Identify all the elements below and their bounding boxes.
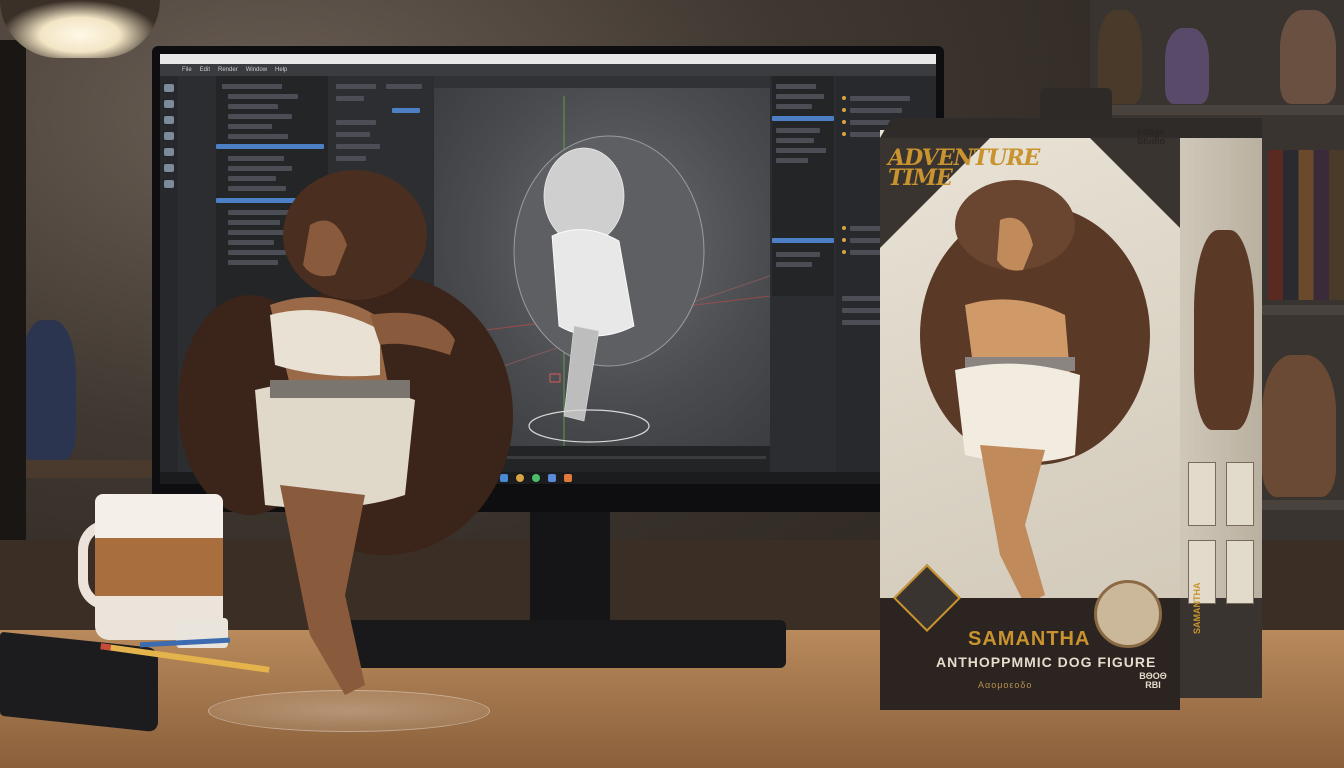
side-thumbnail xyxy=(1226,462,1254,526)
menu-help[interactable]: Help xyxy=(275,64,287,76)
material-slot-icon xyxy=(842,96,846,100)
outliner-row[interactable] xyxy=(776,148,826,153)
material-slot-icon xyxy=(842,226,846,230)
keyboard xyxy=(0,631,158,733)
monitor-stand xyxy=(530,512,610,632)
taskbar-app-icon[interactable] xyxy=(564,474,572,482)
outliner-row[interactable] xyxy=(776,84,816,89)
app-menu-bar: File Edit Render Window Help xyxy=(160,64,936,76)
shelf-figurine xyxy=(1280,10,1336,104)
menu-file[interactable]: File xyxy=(182,64,192,76)
product-name: SAMANTHA xyxy=(968,628,1091,650)
box-character-art xyxy=(920,180,1150,605)
outliner-row[interactable] xyxy=(776,252,820,257)
scale-tool-icon[interactable] xyxy=(164,132,174,140)
shelf-figurine xyxy=(1262,355,1336,497)
brand-logo: Indigo Studio xyxy=(1137,127,1165,146)
outliner-row[interactable] xyxy=(776,138,814,143)
outliner-row[interactable] xyxy=(228,134,288,139)
box-art-skirt xyxy=(955,363,1080,463)
measure-tool-icon[interactable] xyxy=(164,180,174,188)
figurine-hair-top xyxy=(283,170,427,300)
outliner-row[interactable] xyxy=(776,158,808,163)
outliner-row-selected[interactable] xyxy=(772,238,834,243)
shelf-plank xyxy=(1100,105,1344,115)
property-row[interactable] xyxy=(336,84,376,89)
rotate-tool-icon[interactable] xyxy=(164,116,174,124)
outliner-row-selected[interactable] xyxy=(216,144,324,149)
outliner-row[interactable] xyxy=(228,94,298,99)
property-row[interactable] xyxy=(336,144,380,149)
mesh-base-wireframe xyxy=(528,409,650,443)
product-tagline: Aαομοεοδο xyxy=(978,680,1033,690)
box-top-edge xyxy=(880,118,1262,138)
menu-window[interactable]: Window xyxy=(246,64,267,76)
side-thumbnail xyxy=(1226,540,1254,604)
product-subtitle: ANTHOPPMMIC DOG FIGURE xyxy=(936,654,1157,670)
property-row[interactable] xyxy=(336,120,376,125)
figurine-skirt xyxy=(255,382,415,509)
property-field-selected[interactable] xyxy=(392,108,420,113)
side-brand-logo: ΒΘΟΘ RBΙ xyxy=(1139,671,1167,690)
books xyxy=(1268,150,1344,300)
outliner-row[interactable] xyxy=(776,104,812,109)
move-tool-icon[interactable] xyxy=(164,100,174,108)
transform-tool-icon[interactable] xyxy=(164,148,174,156)
annotate-tool-icon[interactable] xyxy=(164,164,174,172)
lamp-arm xyxy=(0,40,26,600)
outliner-row[interactable] xyxy=(776,128,820,133)
side-character-art xyxy=(1194,230,1254,430)
material-slot-icon xyxy=(842,108,846,112)
outliner-row[interactable] xyxy=(222,84,282,89)
menu-edit[interactable]: Edit xyxy=(200,64,210,76)
shelf-figurine xyxy=(20,320,76,460)
property-row[interactable] xyxy=(336,156,366,161)
box-art-legs xyxy=(980,445,1045,605)
figurine-belt xyxy=(270,380,410,398)
app-title-bar xyxy=(160,54,936,64)
side-thumbnail xyxy=(1188,462,1216,526)
menu-render[interactable]: Render xyxy=(218,64,238,76)
outliner-row[interactable] xyxy=(776,262,812,267)
box-badge-right xyxy=(1094,580,1162,648)
taskbar-app-icon[interactable] xyxy=(532,474,540,482)
outliner-row-selected[interactable] xyxy=(772,116,834,121)
shelf-figurine xyxy=(1165,28,1209,104)
material-row[interactable] xyxy=(850,96,910,101)
outliner-row[interactable] xyxy=(776,94,824,99)
material-slot-icon xyxy=(842,238,846,242)
material-row[interactable] xyxy=(850,108,902,113)
outliner-row[interactable] xyxy=(228,104,278,109)
selection-marker xyxy=(549,373,561,383)
material-slot-icon xyxy=(842,250,846,254)
outliner-row[interactable] xyxy=(228,156,284,161)
right-outliner xyxy=(772,76,834,296)
property-row[interactable] xyxy=(386,84,422,89)
select-tool-icon[interactable] xyxy=(164,84,174,92)
material-slot-icon xyxy=(842,120,846,124)
series-logo: ADVENTURE TIME xyxy=(888,145,1040,191)
outliner-row[interactable] xyxy=(228,114,292,119)
property-row[interactable] xyxy=(336,96,364,101)
figurine-legs xyxy=(280,485,365,695)
viewport-header xyxy=(434,76,770,88)
outliner-row[interactable] xyxy=(228,124,272,129)
side-product-name: SAMANTHA xyxy=(1192,582,1202,635)
property-row[interactable] xyxy=(336,132,370,137)
material-slot-icon xyxy=(842,132,846,136)
taskbar-app-icon[interactable] xyxy=(548,474,556,482)
